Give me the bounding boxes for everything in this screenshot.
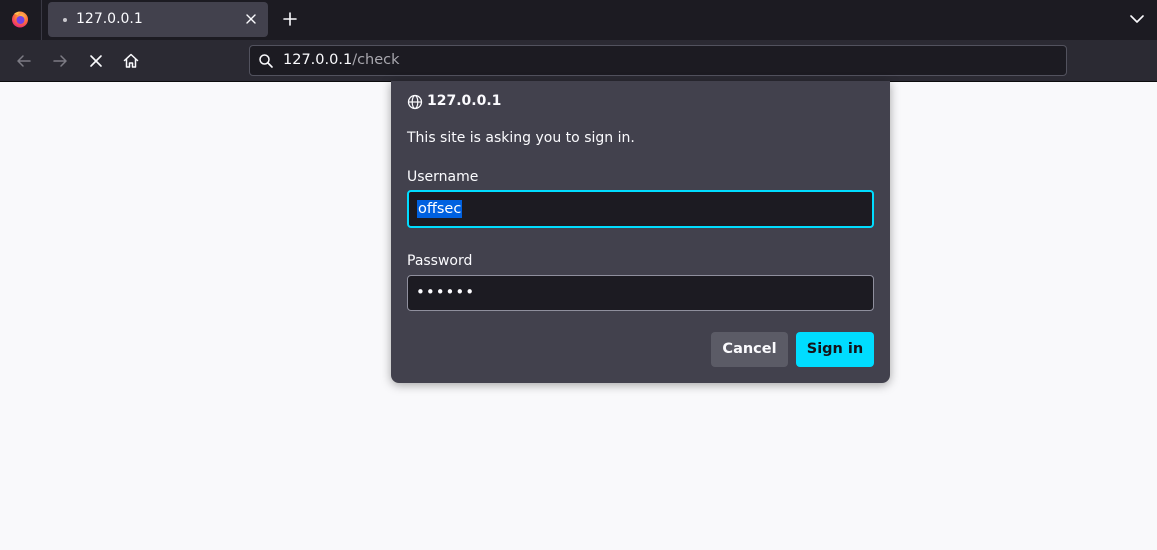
tab-title: 127.0.0.1 bbox=[76, 11, 143, 27]
password-label: Password bbox=[407, 253, 473, 269]
password-value: •••••• bbox=[416, 283, 476, 301]
tab-active[interactable]: 127.0.0.1 bbox=[48, 2, 268, 37]
username-field[interactable]: offsec bbox=[407, 190, 874, 228]
dialog-message: This site is asking you to sign in. bbox=[407, 130, 635, 146]
username-selected-text: offsec bbox=[417, 200, 463, 218]
tab-close-icon[interactable] bbox=[243, 11, 259, 27]
navigation-toolbar: 127.0.0.1/check bbox=[0, 40, 1157, 82]
dialog-host: 127.0.0.1 bbox=[427, 93, 502, 109]
url-bar[interactable]: 127.0.0.1/check bbox=[249, 45, 1067, 76]
username-value: offsec bbox=[417, 200, 463, 218]
username-label: Username bbox=[407, 169, 479, 185]
url-host: 127.0.0.1 bbox=[283, 52, 353, 68]
back-icon[interactable] bbox=[14, 51, 34, 71]
home-icon[interactable] bbox=[121, 51, 141, 71]
url-text[interactable]: 127.0.0.1/check bbox=[283, 52, 400, 68]
sign-in-button[interactable]: Sign in bbox=[796, 332, 874, 367]
cancel-button[interactable]: Cancel bbox=[711, 332, 788, 367]
search-icon bbox=[258, 53, 274, 69]
forward-icon[interactable] bbox=[50, 51, 70, 71]
stop-icon[interactable] bbox=[86, 51, 106, 71]
globe-icon bbox=[407, 94, 423, 110]
tab-strip: 127.0.0.1 bbox=[0, 0, 1157, 40]
firefox-logo-icon[interactable] bbox=[11, 10, 29, 28]
password-field[interactable]: •••••• bbox=[407, 275, 874, 311]
url-path: /check bbox=[352, 52, 400, 68]
tab-list-chevron-icon[interactable] bbox=[1128, 11, 1146, 27]
tab-loading-dot bbox=[63, 18, 67, 22]
tab-strip-divider bbox=[41, 0, 42, 40]
new-tab-icon[interactable] bbox=[281, 10, 299, 28]
sign-in-dialog: 127.0.0.1 This site is asking you to sig… bbox=[391, 81, 890, 383]
